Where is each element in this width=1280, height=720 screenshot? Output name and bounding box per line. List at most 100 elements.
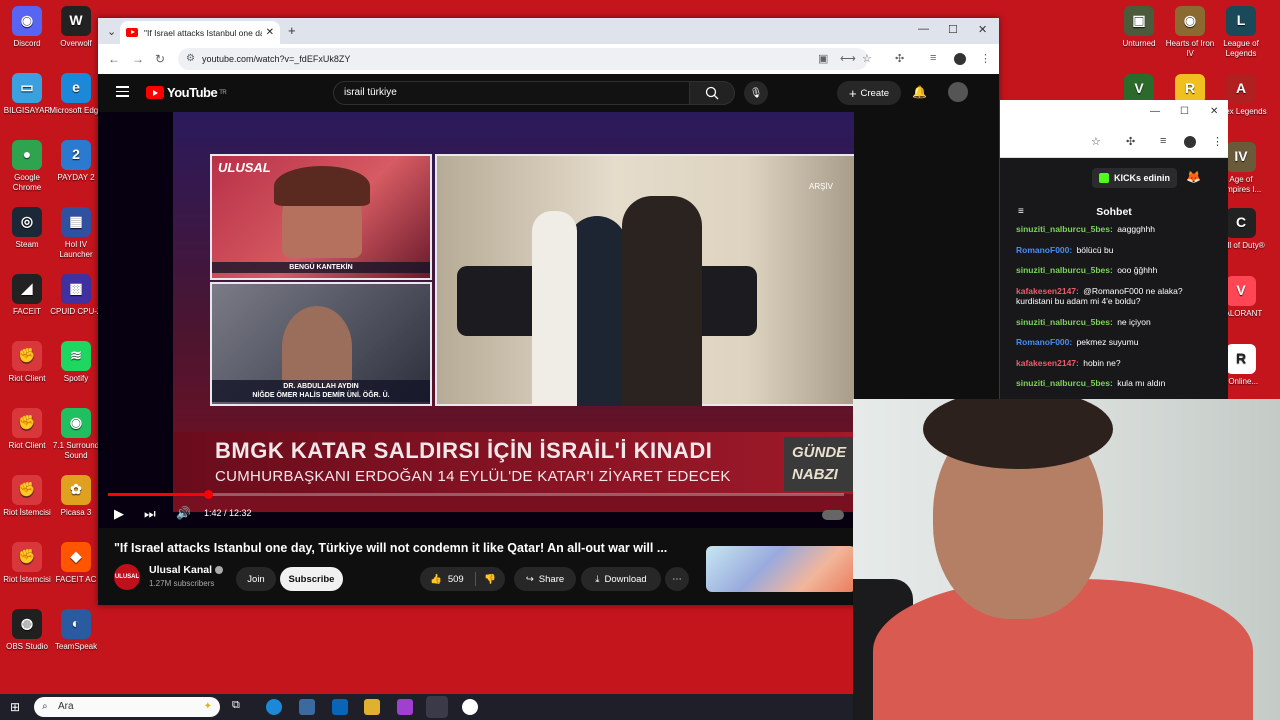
download-button[interactable]: ⤓ Download: [581, 567, 661, 591]
riot-client-icon: ✊: [12, 408, 42, 438]
voice-search-icon[interactable]: 🎙: [744, 81, 768, 105]
chat-menu-icon[interactable]: ⋮: [1212, 135, 1223, 148]
chat-username[interactable]: RomanoF000:: [1016, 245, 1072, 255]
chat-close-icon[interactable]: ✕: [1210, 106, 1218, 117]
back-icon[interactable]: ←: [108, 52, 120, 66]
desktop-shortcut[interactable]: ≋ Spotify: [49, 341, 103, 384]
desktop-shortcut[interactable]: ◐ TeamSpeak: [49, 609, 103, 652]
search-input[interactable]: israil türkiye: [333, 81, 725, 105]
chat-username[interactable]: sinuziti_nalburcu_5bes:: [1016, 265, 1113, 275]
desktop-shortcut[interactable]: ◉ 7.1 Surround Sound: [49, 408, 103, 460]
emoji-badge-icon[interactable]: 🦊: [1186, 170, 1201, 184]
join-button[interactable]: Join: [236, 567, 276, 591]
chat-username[interactable]: kafakesen2147:: [1016, 358, 1079, 368]
desktop-shortcut[interactable]: ◢ FACEIT: [0, 274, 54, 317]
chat-username[interactable]: sinuziti_nalburcu_5bes:: [1016, 378, 1113, 388]
video-title: "If Israel attacks Istanbul one day, Tür…: [114, 541, 668, 555]
bookmark-star-icon[interactable]: ☆: [862, 52, 872, 65]
task-view-icon[interactable]: ⧉: [232, 699, 248, 715]
desktop-shortcut[interactable]: ▦ HoI IV Launcher: [49, 207, 103, 259]
desktop-shortcut[interactable]: ◉ Hearts of Iron IV: [1163, 6, 1217, 58]
outlook-taskbar-icon[interactable]: [332, 699, 348, 715]
chrome-taskbar-icon[interactable]: [426, 696, 448, 718]
account-avatar[interactable]: [948, 82, 968, 102]
kicks-button[interactable]: KICKs edinin: [1092, 168, 1178, 188]
desktop-shortcut[interactable]: e Microsoft Edge: [49, 73, 103, 116]
desktop-shortcut[interactable]: ◍ OBS Studio: [0, 609, 54, 652]
desktop-shortcut[interactable]: ✊ Riot İstemcisi: [0, 542, 54, 585]
edge-taskbar-icon[interactable]: [266, 699, 282, 715]
menu-dots-icon[interactable]: ⋮: [980, 52, 991, 65]
autoplay-toggle[interactable]: [822, 510, 844, 520]
address-bar[interactable]: ⚙ youtube.com/watch?v=_fdEFxUk8ZY: [178, 48, 868, 70]
reload-icon[interactable]: ↻: [155, 52, 165, 66]
extensions-icon[interactable]: ✣: [895, 52, 904, 65]
share-button[interactable]: ↪ Share: [514, 567, 576, 591]
chat-username[interactable]: sinuziti_nalburcu_5bes:: [1016, 317, 1113, 327]
media-icon[interactable]: ≡: [930, 52, 936, 64]
channel-avatar[interactable]: ULUSAL: [114, 564, 140, 590]
create-button[interactable]: + Create: [837, 81, 901, 105]
hoi4-icon: ◉: [1175, 6, 1205, 36]
headline: BMGK KATAR SALDIRSI İÇİN İSRAİL'İ KINADI: [215, 438, 713, 463]
chat-minimize-icon[interactable]: —: [1150, 106, 1160, 117]
search-button[interactable]: [689, 81, 735, 105]
tab-close-icon[interactable]: ✕: [266, 27, 274, 38]
search-query: israil türkiye: [344, 87, 397, 98]
recommended-video-thumbnail[interactable]: [706, 546, 856, 592]
desktop-shortcut[interactable]: ◉ Discord: [0, 6, 54, 49]
maximize-icon[interactable]: ☐: [948, 23, 958, 36]
desktop-shortcut[interactable]: ✊ Riot İstemcisi: [0, 475, 54, 518]
video-player[interactable]: ULUSAL BENGÜ KANTEKİN DR. ABDULLAH AYDIN…: [98, 112, 854, 528]
desktop-shortcut[interactable]: ▭ BILGISAYAR: [0, 73, 54, 116]
chat-extensions-icon[interactable]: ✣: [1126, 135, 1135, 148]
new-tab-icon[interactable]: +: [288, 23, 296, 38]
desktop-shortcut[interactable]: 2 PAYDAY 2: [49, 140, 103, 183]
cast-icon[interactable]: ▣: [818, 52, 828, 65]
minimize-icon[interactable]: —: [918, 23, 929, 35]
desktop-shortcut[interactable]: ✊ Riot Client: [0, 408, 54, 451]
desktop-shortcut[interactable]: ▩ CPUID CPU-Z: [49, 274, 103, 317]
app-taskbar-icon[interactable]: [462, 699, 478, 715]
start-windows-icon[interactable]: ⊞: [10, 700, 20, 714]
desktop-shortcut[interactable]: ▣ Unturned: [1112, 6, 1166, 49]
translate-icon[interactable]: ⟷: [840, 52, 856, 65]
close-window-icon[interactable]: ✕: [978, 23, 987, 36]
more-actions-icon[interactable]: ⋯: [665, 567, 689, 591]
notifications-bell-icon[interactable]: 🔔: [912, 85, 927, 99]
hoi-launcher-icon: ▦: [61, 207, 91, 237]
chat-star-icon[interactable]: ☆: [1091, 135, 1101, 148]
taskbar-search[interactable]: ⌕ Ara ✦: [34, 697, 220, 717]
chat-media-icon[interactable]: ≡: [1160, 135, 1166, 147]
chat-profile-avatar[interactable]: [1184, 136, 1196, 148]
copilot-taskbar-icon[interactable]: [397, 699, 413, 715]
desktop-shortcut[interactable]: ◎ Steam: [0, 207, 54, 250]
desktop-shortcut[interactable]: W Overwolf: [49, 6, 103, 49]
progress-bar[interactable]: [108, 490, 844, 499]
browser-tab[interactable]: "If Israel attacks Istanbul one da ✕: [120, 21, 280, 44]
next-icon[interactable]: ⏭: [144, 506, 156, 522]
youtube-logo[interactable]: YouTube TR: [146, 85, 227, 100]
play-icon[interactable]: ▶: [114, 506, 124, 522]
store-taskbar-icon[interactable]: [299, 699, 315, 715]
tab-search-icon[interactable]: ⌄: [107, 25, 116, 38]
chat-username[interactable]: sinuziti_nalburcu_5bes:: [1016, 224, 1113, 234]
menu-icon[interactable]: [116, 86, 129, 100]
thumbs-down-icon[interactable]: 👎: [484, 574, 496, 585]
desktop-shortcut[interactable]: ◆ FACEIT AC: [49, 542, 103, 585]
channel-name[interactable]: Ulusal Kanal: [149, 564, 224, 576]
desktop-shortcut[interactable]: ✊ Riot Client: [0, 341, 54, 384]
chat-username[interactable]: RomanoF000:: [1016, 337, 1072, 347]
subscribe-button[interactable]: Subscribe: [280, 567, 343, 591]
chat-username[interactable]: kafakesen2147:: [1016, 286, 1079, 296]
desktop-shortcut[interactable]: L League of Legends: [1214, 6, 1268, 58]
desktop-shortcut[interactable]: ● Google Chrome: [0, 140, 54, 192]
explorer-taskbar-icon[interactable]: [364, 699, 380, 715]
desktop-shortcut[interactable]: ✿ Picasa 3: [49, 475, 103, 518]
volume-icon[interactable]: 🔊: [176, 506, 191, 520]
profile-avatar[interactable]: [954, 53, 966, 65]
site-info-icon[interactable]: ⚙: [186, 48, 195, 70]
forward-icon[interactable]: →: [132, 52, 144, 66]
like-button[interactable]: 👍 509 👎: [420, 567, 505, 591]
chat-maximize-icon[interactable]: ☐: [1180, 106, 1189, 117]
